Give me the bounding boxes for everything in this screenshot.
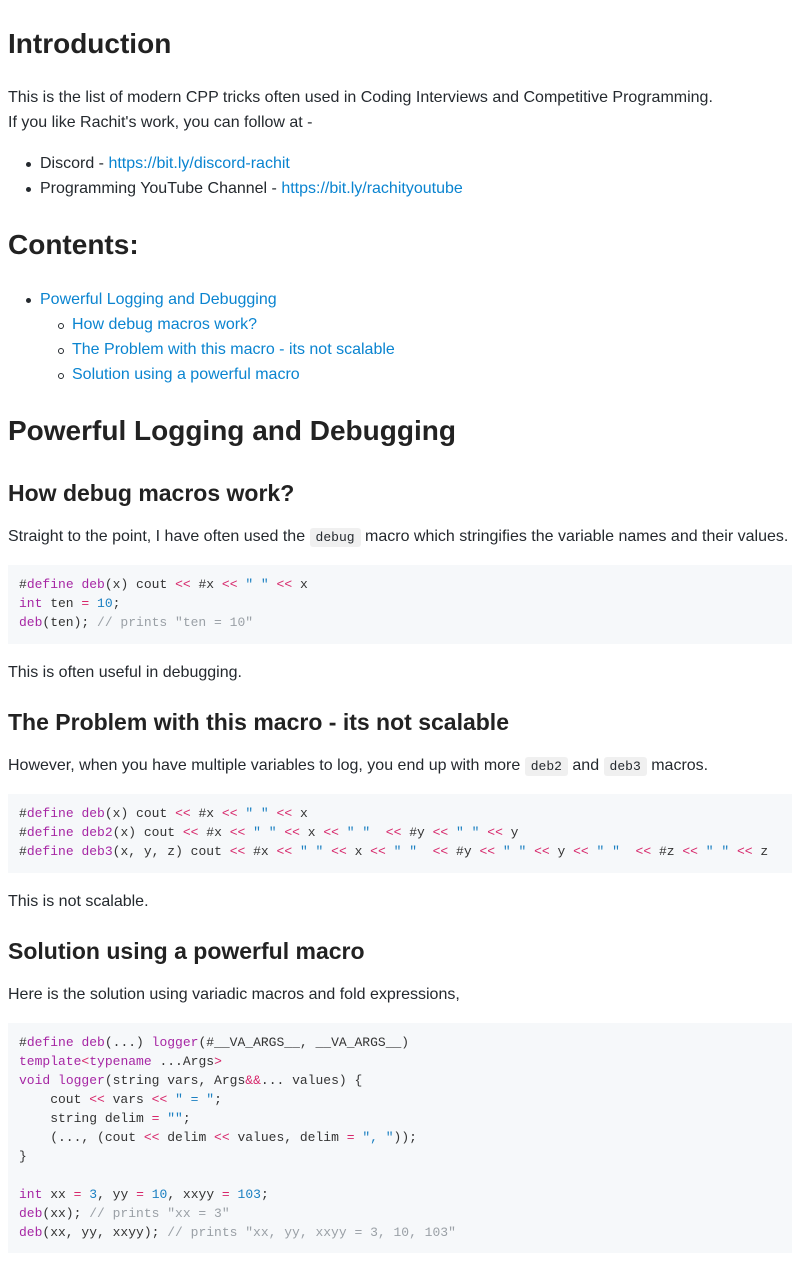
inline-code-deb2: deb2 <box>524 757 568 776</box>
list-item-discord: Discord - https://bit.ly/discord-rachit <box>26 154 290 174</box>
how-after-paragraph: This is often useful in debugging. <box>8 664 242 681</box>
intro-paragraph-2: If you like Rachit's work, you can follo… <box>8 114 313 131</box>
intro-paragraph-1: This is the list of modern CPP tricks of… <box>8 89 713 106</box>
toc-item-problem: The Problem with this macro - its not sc… <box>58 340 395 360</box>
how-paragraph: Straight to the point, I have often used… <box>8 527 788 548</box>
problem-after-paragraph: This is not scalable. <box>8 893 149 910</box>
problem-text-before: However, when you have multiple variable… <box>8 757 525 774</box>
solution-heading: Solution using a powerful macro <box>8 938 365 964</box>
code-block-logger: #define deb(...) logger(#__VA_ARGS__, __… <box>8 1023 792 1253</box>
discord-label: Discord - <box>40 155 109 172</box>
discord-link[interactable]: https://bit.ly/discord-rachit <box>108 155 289 172</box>
how-text-after: macro which stringifies the variable nam… <box>360 528 789 545</box>
code-block-deb: #define deb(x) cout << #x << " " << x in… <box>8 565 792 644</box>
intro-heading: Introduction <box>8 28 172 59</box>
code-logger: #define deb(...) logger(#__VA_ARGS__, __… <box>19 1035 456 1240</box>
problem-heading: The Problem with this macro - its not sc… <box>8 709 509 735</box>
code-deb-multi: #define deb(x) cout << #x << " " << x #d… <box>19 806 769 859</box>
toc-item-solution: Solution using a powerful macro <box>58 365 300 385</box>
logging-heading: Powerful Logging and Debugging <box>8 415 456 446</box>
toc-link-how[interactable]: How debug macros work? <box>72 316 257 333</box>
code-block-deb-multi[interactable]: #define deb(x) cout << #x << " " << x #d… <box>8 794 792 873</box>
solution-paragraph: Here is the solution using variadic macr… <box>8 986 460 1003</box>
contents-heading: Contents: <box>8 229 139 260</box>
youtube-link[interactable]: https://bit.ly/rachityoutube <box>281 180 462 197</box>
toc-item-how: How debug macros work? <box>58 315 257 335</box>
toc-link-logging[interactable]: Powerful Logging and Debugging <box>40 291 277 308</box>
problem-paragraph: However, when you have multiple variable… <box>8 756 708 777</box>
code-deb: #define deb(x) cout << #x << " " << x in… <box>19 577 308 630</box>
problem-text-after: macros. <box>646 757 709 774</box>
list-item-youtube: Programming YouTube Channel - https://bi… <box>26 179 463 199</box>
how-heading: How debug macros work? <box>8 480 295 506</box>
inline-code-debug: debug <box>309 528 361 547</box>
toc-item-logging: Powerful Logging and Debugging <box>26 290 277 310</box>
toc-link-solution[interactable]: Solution using a powerful macro <box>72 366 300 383</box>
toc-link-problem[interactable]: The Problem with this macro - its not sc… <box>72 341 395 358</box>
problem-text-mid: and <box>567 757 604 774</box>
inline-code-deb3: deb3 <box>603 757 647 776</box>
youtube-label: Programming YouTube Channel - <box>40 180 282 197</box>
how-text-before: Straight to the point, I have often used… <box>8 528 310 545</box>
